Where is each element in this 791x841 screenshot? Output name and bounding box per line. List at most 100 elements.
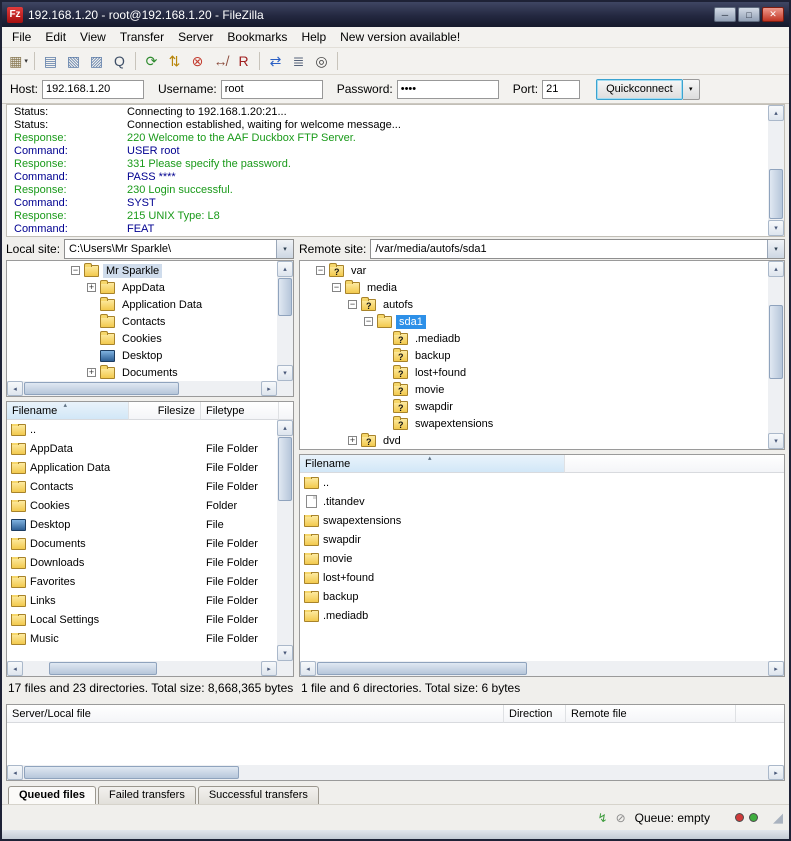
scroll-thumb[interactable] [24, 766, 239, 779]
tree-item-var[interactable]: −?var [300, 262, 784, 279]
scroll-thumb[interactable] [278, 278, 292, 316]
scroll-left-button[interactable]: ◂ [7, 765, 23, 780]
collapse-icon[interactable]: − [316, 266, 325, 275]
remote-site-dropdown-button[interactable]: ▾ [767, 240, 784, 258]
file-row-parent-directory[interactable]: .. [300, 473, 784, 492]
scroll-right-button[interactable]: ▸ [768, 765, 784, 780]
scroll-thumb[interactable] [769, 305, 783, 379]
scroll-down-button[interactable]: ▾ [277, 645, 293, 661]
file-row-music[interactable]: MusicFile Folder [7, 629, 293, 648]
toggle-message-log-button[interactable]: ▤ [39, 50, 62, 72]
file-row-documents[interactable]: DocumentsFile Folder [7, 534, 293, 553]
tree-item-dvd[interactable]: +?dvd [300, 432, 784, 449]
menu-item-server[interactable]: Server [171, 28, 220, 46]
tree-item-swapdir[interactable]: ?swapdir [300, 398, 784, 415]
menu-item-file[interactable]: File [5, 28, 38, 46]
tree-item-mediadb[interactable]: ?.mediadb [300, 330, 784, 347]
tree-item-swapextensions[interactable]: ?swapextensions [300, 415, 784, 432]
tree-item-desktop[interactable]: Desktop [7, 347, 293, 364]
scroll-down-button[interactable]: ▾ [768, 433, 784, 449]
find-files-button[interactable]: ◎ [310, 50, 333, 72]
cancel-button[interactable]: ⊗ [186, 50, 209, 72]
column-header-filename[interactable]: Filename▴ [7, 402, 129, 420]
host-input[interactable] [42, 80, 144, 99]
synchronized-browsing-button[interactable]: ⇄ [264, 50, 287, 72]
reconnect-button[interactable]: R [232, 50, 255, 72]
local-list-hscrollbar[interactable]: ◂▸ [7, 661, 277, 676]
column-header-filename[interactable]: Filename▴ [300, 455, 565, 473]
expand-icon[interactable]: + [87, 283, 96, 292]
remote-list-hscrollbar[interactable]: ◂▸ [300, 661, 784, 676]
tree-item-movie[interactable]: ?movie [300, 381, 784, 398]
port-input[interactable] [542, 80, 580, 99]
file-row-swapdir[interactable]: swapdir [300, 530, 784, 549]
tree-item-media[interactable]: −media [300, 279, 784, 296]
quickconnect-button[interactable]: Quickconnect [596, 79, 683, 100]
quickconnect-dropdown-button[interactable]: ▾ [683, 79, 700, 100]
disconnect-button[interactable]: ↮ [209, 50, 232, 72]
scroll-thumb[interactable] [24, 382, 179, 395]
resize-grip-icon[interactable]: ◢ [773, 810, 783, 826]
tree-item-cookies[interactable]: Cookies [7, 330, 293, 347]
activity-indicator-icon[interactable]: ↯ [598, 811, 608, 825]
tree-item-appdata[interactable]: +AppData [7, 279, 293, 296]
scroll-thumb[interactable] [317, 662, 527, 675]
scroll-up-button[interactable]: ▴ [277, 420, 293, 436]
collapse-icon[interactable]: − [332, 283, 341, 292]
expand-icon[interactable]: + [87, 368, 96, 377]
refresh-button[interactable]: ⟳ [140, 50, 163, 72]
scroll-up-button[interactable]: ▴ [768, 261, 784, 277]
file-row-downloads[interactable]: DownloadsFile Folder [7, 553, 293, 572]
title-bar[interactable]: Fz 192.168.1.20 - root@192.168.1.20 - Fi… [2, 2, 789, 27]
tree-item-contacts[interactable]: Contacts [7, 313, 293, 330]
directory-comparison-button[interactable]: ≣ [287, 50, 310, 72]
expand-icon[interactable]: + [348, 436, 357, 445]
toggle-local-tree-button[interactable]: ▧ [62, 50, 85, 72]
tree-item-sda1[interactable]: −sda1 [300, 313, 784, 330]
scroll-down-button[interactable]: ▾ [277, 365, 293, 381]
local-tree-vscrollbar[interactable]: ▴▾ [277, 261, 293, 381]
file-row-backup[interactable]: backup [300, 587, 784, 606]
tab-successful-transfers[interactable]: Successful transfers [198, 786, 319, 804]
scroll-thumb[interactable] [49, 662, 157, 675]
tab-failed-transfers[interactable]: Failed transfers [98, 786, 196, 804]
column-header-direction[interactable]: Direction [504, 705, 566, 723]
tree-item-lost-found[interactable]: ?lost+found [300, 364, 784, 381]
tree-item-documents[interactable]: +Documents [7, 364, 293, 381]
file-row-desktop[interactable]: DesktopFile [7, 515, 293, 534]
file-row-swapextensions[interactable]: swapextensions [300, 511, 784, 530]
local-tree-hscrollbar[interactable]: ◂▸ [7, 381, 277, 396]
scroll-down-button[interactable]: ▾ [768, 220, 784, 236]
file-row-local-settings[interactable]: Local SettingsFile Folder [7, 610, 293, 629]
file-row-lost-found[interactable]: lost+found [300, 568, 784, 587]
column-header-filesize[interactable]: Filesize [129, 402, 201, 420]
local-site-dropdown-button[interactable]: ▾ [276, 240, 293, 258]
local-site-combobox[interactable]: C:\Users\Mr Sparkle\ ▾ [64, 239, 294, 259]
file-row-appdata[interactable]: AppDataFile Folder [7, 439, 293, 458]
tree-item-mr-sparkle[interactable]: −Mr Sparkle [7, 262, 293, 279]
column-header-server-local-file[interactable]: Server/Local file [7, 705, 504, 723]
scroll-left-button[interactable]: ◂ [300, 661, 316, 676]
remote-site-combobox[interactable]: /var/media/autofs/sda1 ▾ [370, 239, 785, 259]
collapse-icon[interactable]: − [364, 317, 373, 326]
collapse-icon[interactable]: − [71, 266, 80, 275]
minimize-button[interactable]: ─ [714, 7, 736, 22]
remote-tree-vscrollbar[interactable]: ▴▾ [768, 261, 784, 449]
toggle-remote-tree-button[interactable]: ▨ [85, 50, 108, 72]
maximize-button[interactable]: □ [738, 7, 760, 22]
scroll-thumb[interactable] [769, 169, 783, 219]
file-row-cookies[interactable]: CookiesFolder [7, 496, 293, 515]
tab-queued-files[interactable]: Queued files [8, 786, 96, 804]
scroll-thumb[interactable] [278, 437, 292, 501]
tree-item-autofs[interactable]: −?autofs [300, 296, 784, 313]
queue-hscrollbar[interactable]: ◂▸ [7, 765, 784, 780]
column-header-remote-file[interactable]: Remote file [566, 705, 736, 723]
scroll-right-button[interactable]: ▸ [261, 381, 277, 396]
scroll-left-button[interactable]: ◂ [7, 381, 23, 396]
file-row-application-data[interactable]: Application DataFile Folder [7, 458, 293, 477]
column-header-filetype[interactable]: Filetype [201, 402, 279, 420]
file-row-favorites[interactable]: FavoritesFile Folder [7, 572, 293, 591]
scroll-left-button[interactable]: ◂ [7, 661, 23, 676]
scroll-up-button[interactable]: ▴ [277, 261, 293, 277]
menu-item-help[interactable]: Help [294, 28, 333, 46]
